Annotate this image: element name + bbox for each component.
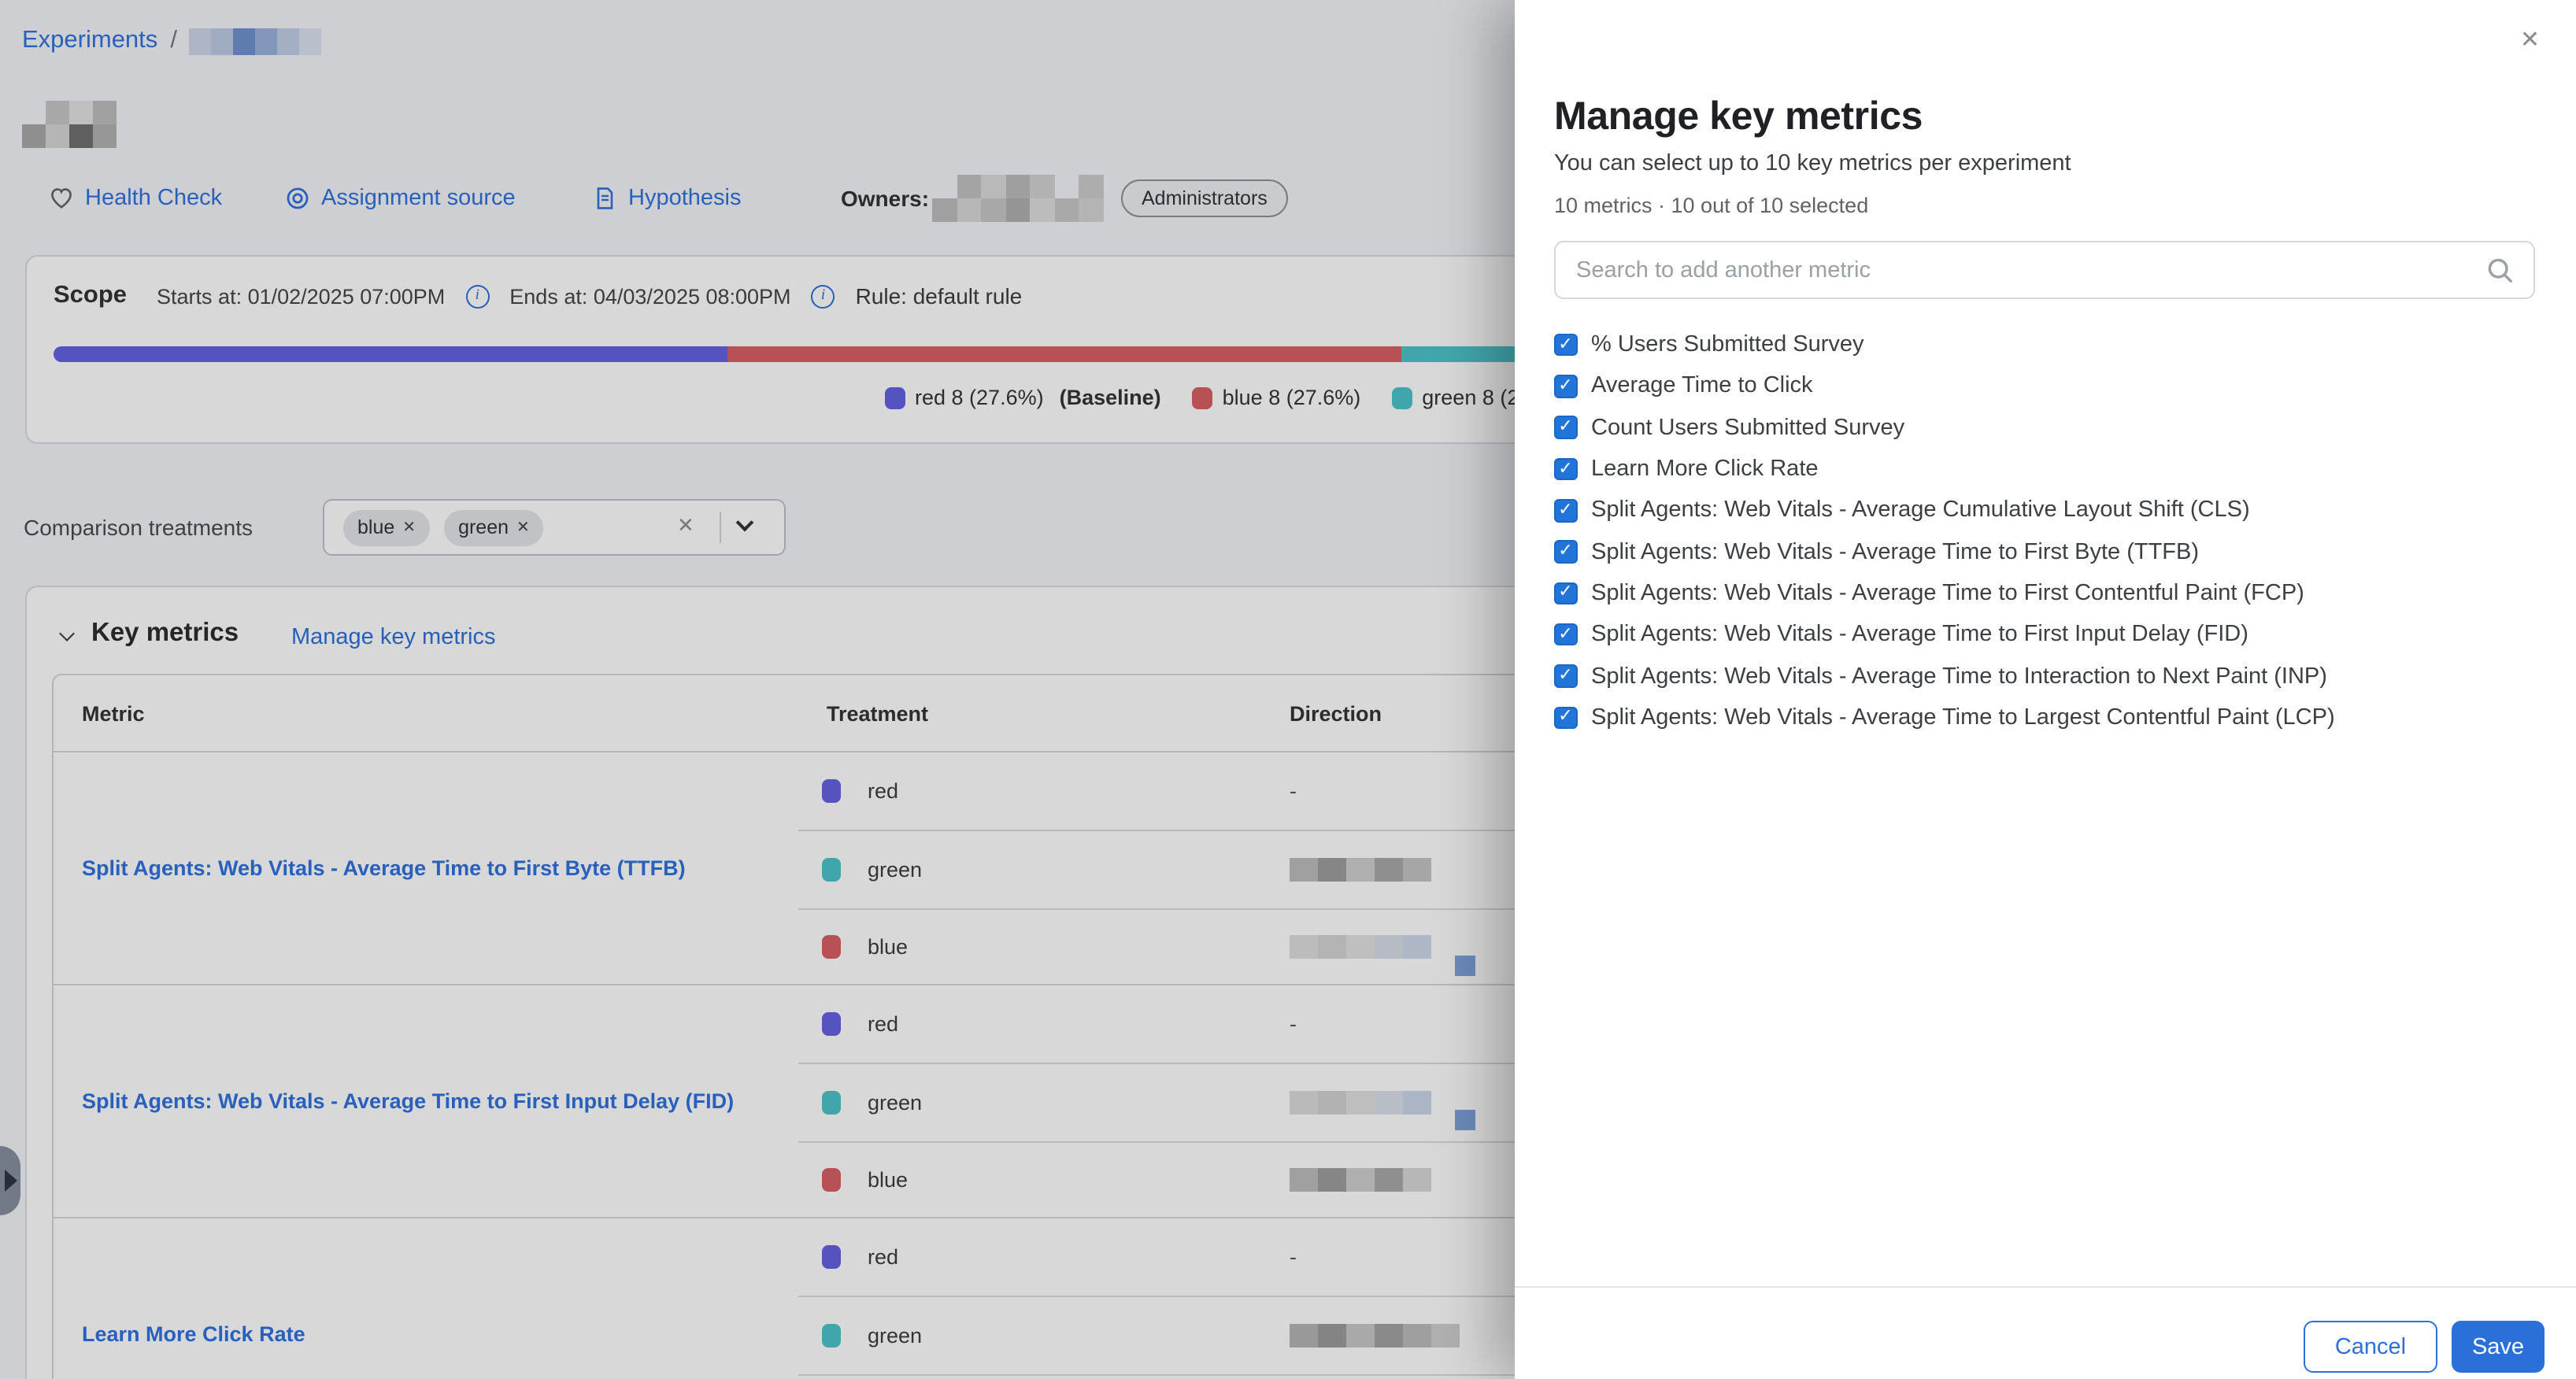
checkbox-checked[interactable]: ✓ <box>1554 334 1577 357</box>
metric-list-item: ✓ Count Users Submitted Survey <box>1554 407 2535 449</box>
metric-item-label: Split Agents: Web Vitals - Average Cumul… <box>1591 498 2250 523</box>
metric-item-label: Learn More Click Rate <box>1591 457 1819 482</box>
metric-item-label: Split Agents: Web Vitals - Average Time … <box>1591 664 2327 689</box>
search-icon <box>2485 255 2516 287</box>
checkbox-checked[interactable]: ✓ <box>1554 541 1577 564</box>
app-window: Experiments / Health Check Assignment so… <box>0 0 2576 1379</box>
metric-list-item: ✓ Average Time to Click <box>1554 366 2535 408</box>
checkbox-checked[interactable]: ✓ <box>1554 416 1577 439</box>
metric-item-label: % Users Submitted Survey <box>1591 332 1864 357</box>
checkbox-checked[interactable]: ✓ <box>1554 458 1577 481</box>
metric-item-label: Average Time to Click <box>1591 374 1813 399</box>
panel-subtitle: You can select up to 10 key metrics per … <box>1554 151 2535 176</box>
metric-list-item: ✓ Learn More Click Rate <box>1554 449 2535 490</box>
checkbox-checked[interactable]: ✓ <box>1554 706 1577 729</box>
checkbox-checked[interactable]: ✓ <box>1554 499 1577 522</box>
panel-title: Manage key metrics <box>1554 94 2535 140</box>
metric-search-box <box>1554 241 2535 299</box>
metric-list-item: ✓ % Users Submitted Survey <box>1554 324 2535 366</box>
metric-item-label: Split Agents: Web Vitals - Average Time … <box>1591 581 2304 606</box>
metric-list-item: ✓ Split Agents: Web Vitals - Average Time… <box>1554 573 2535 615</box>
checkbox-checked[interactable]: ✓ <box>1554 582 1577 604</box>
metrics-count-text: 10 metrics · 10 out of 10 selected <box>1554 194 2535 217</box>
metric-list-item: ✓ Split Agents: Web Vitals - Average Cumu… <box>1554 490 2535 531</box>
cancel-button[interactable]: Cancel <box>2304 1321 2437 1373</box>
metric-search-input[interactable] <box>1556 242 2533 298</box>
metric-list-item: ✓ Split Agents: Web Vitals - Average Time… <box>1554 614 2535 656</box>
checkbox-checked[interactable]: ✓ <box>1554 623 1577 646</box>
metric-list-item: ✓ Split Agents: Web Vitals - Average Time… <box>1554 697 2535 738</box>
panel-footer: Cancel Save <box>1515 1286 2576 1379</box>
metric-list-item: ✓ Split Agents: Web Vitals - Average Time… <box>1554 531 2535 573</box>
metric-item-label: Split Agents: Web Vitals - Average Time … <box>1591 705 2335 730</box>
checkbox-checked[interactable]: ✓ <box>1554 375 1577 397</box>
save-button[interactable]: Save <box>2452 1321 2545 1373</box>
metric-checkbox-list: ✓ % Users Submitted Survey ✓ Average Time … <box>1554 324 2535 738</box>
metric-item-label: Split Agents: Web Vitals - Average Time … <box>1591 539 2199 564</box>
metric-list-item: ✓ Split Agents: Web Vitals - Average Time… <box>1554 656 2535 697</box>
manage-key-metrics-panel: ✕ Manage key metrics You can select up t… <box>1515 0 2576 1379</box>
metric-item-label: Split Agents: Web Vitals - Average Time … <box>1591 622 2248 647</box>
checkbox-checked[interactable]: ✓ <box>1554 665 1577 688</box>
metric-item-label: Count Users Submitted Survey <box>1591 415 1904 440</box>
